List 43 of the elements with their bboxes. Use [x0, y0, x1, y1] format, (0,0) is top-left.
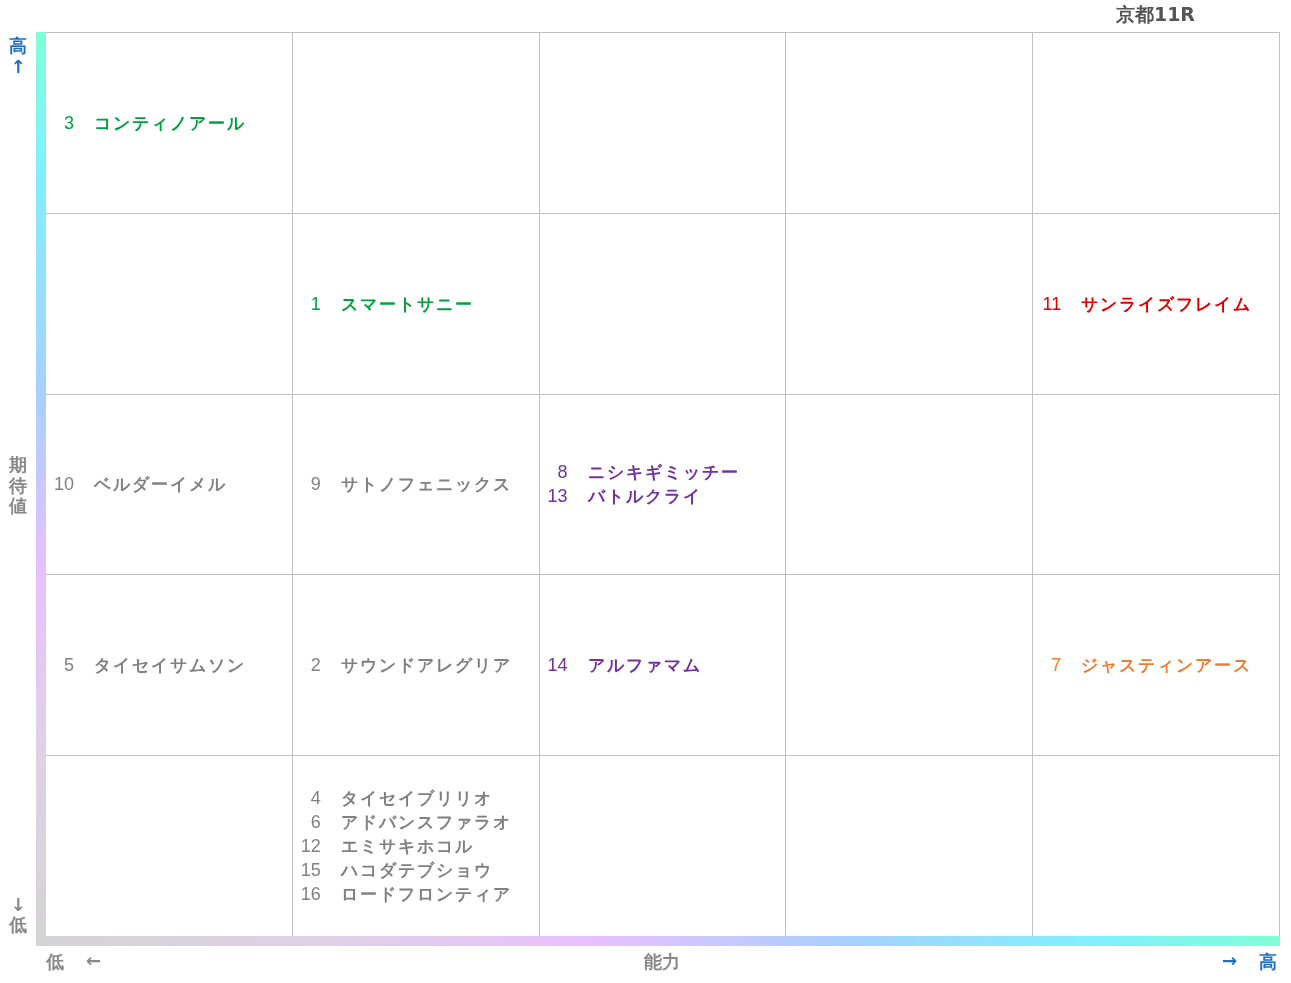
horse-number: 10 — [52, 473, 74, 497]
horse-name: タイセイブリリオ — [340, 787, 493, 811]
horse-number: 3 — [63, 111, 74, 135]
horse-name: タイセイサムソン — [94, 654, 246, 678]
horse-number: 14 — [546, 654, 568, 678]
horse-number: 5 — [63, 654, 74, 678]
horse-number: 15 — [299, 859, 321, 883]
horse-name: サウンドアレグリア — [340, 654, 512, 678]
horse-name: ハコダテブショウ — [340, 859, 493, 883]
horse-name: ニシキギミッチー — [587, 461, 740, 485]
horse-name: アルファマム — [587, 654, 702, 678]
axis-title: 期待値 — [9, 454, 27, 518]
axis-low-label: 低 — [9, 915, 27, 936]
right-arrow-icon: → — [1221, 950, 1237, 974]
horse-number: 11 — [1041, 292, 1062, 316]
horse-name: ロードフロンティア — [340, 883, 512, 907]
axis-title: 能力 — [643, 950, 680, 974]
axis-high-label: 高 — [9, 36, 27, 57]
horse-number: 6 — [309, 811, 321, 835]
axis-low-label: 低 — [46, 950, 64, 974]
horse-name: コンティノアール — [94, 111, 246, 135]
horse-number: 2 — [309, 654, 321, 678]
up-arrow-icon: ↑ — [9, 56, 27, 78]
horse-name: エミサキホコル — [340, 835, 474, 859]
horse-number: 9 — [309, 473, 321, 497]
chart-title: 京都11R — [1115, 2, 1195, 27]
axis-high-label: 高 — [1259, 950, 1277, 974]
horse-name: アドバンスファラオ — [340, 811, 512, 835]
horse-name: サンライズフレイム — [1081, 292, 1253, 316]
horse-name: バトルクライ — [587, 485, 702, 509]
horse-number: 13 — [546, 485, 568, 509]
horse-number: 16 — [299, 883, 321, 907]
horse-number: 1 — [309, 292, 321, 316]
down-arrow-icon: ↓ — [9, 894, 27, 916]
horse-number: 4 — [309, 787, 321, 811]
horse-name: ベルダーイメル — [94, 473, 227, 497]
horse-name: スマートサニー — [340, 292, 474, 316]
horse-name: ジャスティンアース — [1081, 654, 1253, 678]
horse-number: 12 — [299, 835, 321, 859]
left-arrow-icon: ← — [86, 950, 102, 974]
horse-number: 8 — [556, 461, 568, 485]
horse-number: 7 — [1050, 654, 1062, 678]
horse-name: サトノフェニックス — [340, 473, 512, 497]
